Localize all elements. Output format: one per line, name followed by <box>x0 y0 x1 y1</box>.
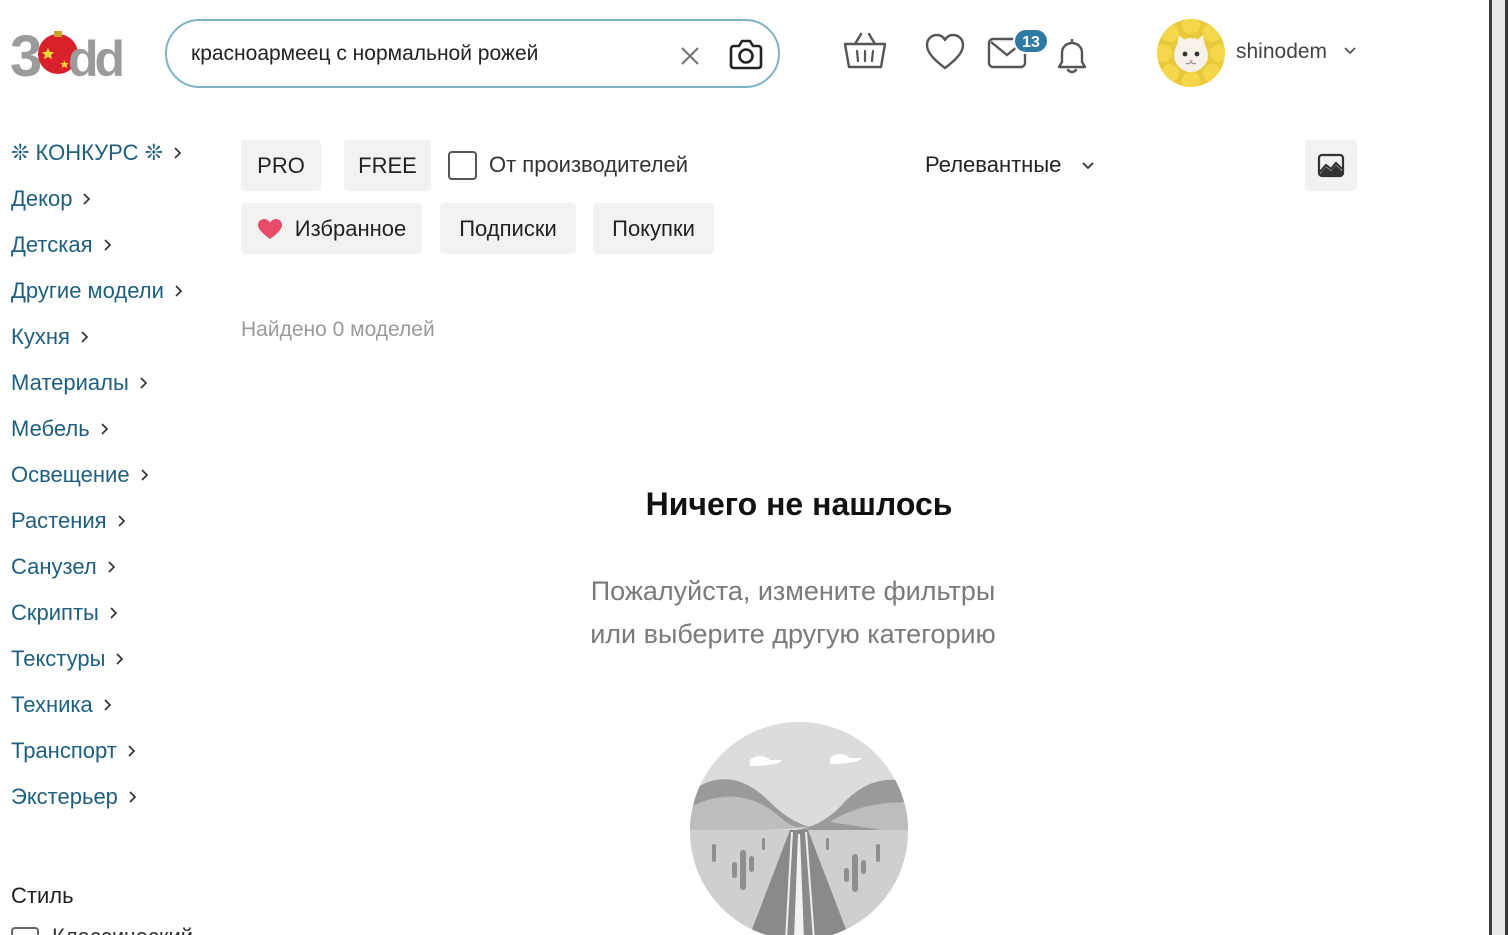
sidebar-item-label: Скрипты <box>11 600 99 625</box>
sidebar-item-decor[interactable]: Декор <box>11 184 92 214</box>
logo[interactable]: 3 dd <box>10 26 132 80</box>
style-section-title: Стиль <box>11 883 74 908</box>
image-view-icon <box>1317 153 1345 178</box>
empty-state-line: или выберите другую категорию <box>590 619 996 649</box>
manufacturers-checkbox[interactable] <box>448 151 477 180</box>
basket-icon[interactable] <box>843 31 887 71</box>
chevron-down-icon[interactable] <box>1343 46 1357 56</box>
window-edge <box>1489 0 1508 935</box>
pro-filter-button[interactable]: PRO <box>241 140 321 191</box>
scrollbar-track[interactable] <box>1492 0 1505 935</box>
chevron-down-icon[interactable] <box>1081 161 1095 171</box>
favorites-label: Избранное <box>294 215 407 241</box>
heart-icon <box>257 218 282 239</box>
sidebar-item-lighting[interactable]: Освещение <box>11 460 150 490</box>
style-checkbox[interactable] <box>11 927 39 935</box>
username[interactable]: shinodem <box>1236 40 1327 64</box>
style-option-label[interactable]: Классический <box>52 924 193 935</box>
mail-count-badge: 13 <box>1013 28 1049 54</box>
sidebar-item-label: Растения <box>11 508 107 533</box>
purchases-filter-button[interactable]: Покупки <box>593 203 714 254</box>
sidebar-item-textures[interactable]: Текстуры <box>11 644 125 674</box>
favorites-filter-button[interactable]: Избранное <box>241 203 422 254</box>
sidebar-item-bathroom[interactable]: Санузел <box>11 552 117 582</box>
sidebar-item-label: Детская <box>11 232 93 257</box>
desert-road-illustration <box>690 722 908 935</box>
sidebar-item-furniture[interactable]: Мебель <box>11 414 110 444</box>
subscriptions-filter-button[interactable]: Подписки <box>440 203 576 254</box>
sidebar-item-label: Материалы <box>11 370 129 395</box>
sidebar-item-plants[interactable]: Растения <box>11 506 127 536</box>
sidebar-item-scripts[interactable]: Скрипты <box>11 598 119 628</box>
chevron-right-icon <box>140 377 148 389</box>
sidebar-item-contest[interactable]: ❊ КОНКУРС ❊ <box>11 138 183 168</box>
notifications-bell-icon[interactable] <box>1053 37 1091 75</box>
sort-dropdown[interactable]: Релевантные <box>925 152 1061 178</box>
sidebar-item-appliances[interactable]: Техника <box>11 690 113 720</box>
sidebar-item-label: Мебель <box>11 416 90 441</box>
chevron-right-icon <box>101 423 108 435</box>
free-filter-button[interactable]: FREE <box>344 140 431 191</box>
svg-text:dd: dd <box>68 31 123 80</box>
chevron-right-icon <box>175 285 183 297</box>
sidebar-item-label: Текстуры <box>11 646 106 671</box>
sidebar-item-label: Санузел <box>11 554 97 579</box>
chevron-right-icon <box>118 515 125 527</box>
sidebar-item-label: Освещение <box>11 462 130 487</box>
sidebar-item-label: Декор <box>11 186 73 211</box>
sidebar-item-kids[interactable]: Детская <box>11 230 113 260</box>
sidebar-item-label: ❊ КОНКУРС ❊ <box>11 140 164 165</box>
chevron-right-icon <box>108 561 115 573</box>
sidebar-item-label: Транспорт <box>11 738 117 763</box>
chevron-right-icon <box>128 745 136 757</box>
chevron-right-icon <box>83 193 91 205</box>
chevron-right-icon <box>140 469 148 481</box>
avatar[interactable] <box>1157 19 1225 87</box>
search-input[interactable] <box>191 40 661 68</box>
chevron-right-icon <box>103 239 111 251</box>
sidebar-item-materials[interactable]: Материалы <box>11 368 149 398</box>
chevron-right-icon <box>116 653 124 665</box>
sidebar-item-label: Техника <box>11 692 93 717</box>
sidebar-item-transport[interactable]: Транспорт <box>11 736 137 766</box>
chevron-right-icon <box>174 147 182 159</box>
chevron-right-icon <box>81 331 89 343</box>
chevron-right-icon <box>129 791 137 803</box>
sidebar-item-other-models[interactable]: Другие модели <box>11 276 184 306</box>
camera-icon[interactable] <box>727 37 765 73</box>
favorites-icon[interactable] <box>925 33 965 71</box>
results-count: Найдено 0 моделей <box>241 318 435 341</box>
svg-text:3: 3 <box>10 26 41 80</box>
empty-state-title: Ничего не нашлось <box>645 486 953 522</box>
sidebar-item-exterior[interactable]: Экстерьер <box>11 782 138 812</box>
empty-state-message: Пожалуйста, измените фильтры или выберит… <box>542 570 1044 656</box>
sidebar-item-kitchen[interactable]: Кухня <box>11 322 90 352</box>
sidebar-item-label: Экстерьер <box>11 784 118 809</box>
search-box <box>165 19 780 88</box>
sidebar-item-label: Кухня <box>11 324 70 349</box>
manufacturers-label[interactable]: От производителей <box>489 152 688 178</box>
chevron-right-icon <box>110 607 118 619</box>
clear-icon[interactable] <box>677 43 703 69</box>
page: 3 dd 13 <box>0 0 1508 935</box>
chevron-right-icon <box>104 699 111 711</box>
empty-state-line: Пожалуйста, измените фильтры <box>590 576 996 606</box>
sidebar-item-label: Другие модели <box>11 278 164 303</box>
view-toggle-button[interactable] <box>1305 140 1357 191</box>
